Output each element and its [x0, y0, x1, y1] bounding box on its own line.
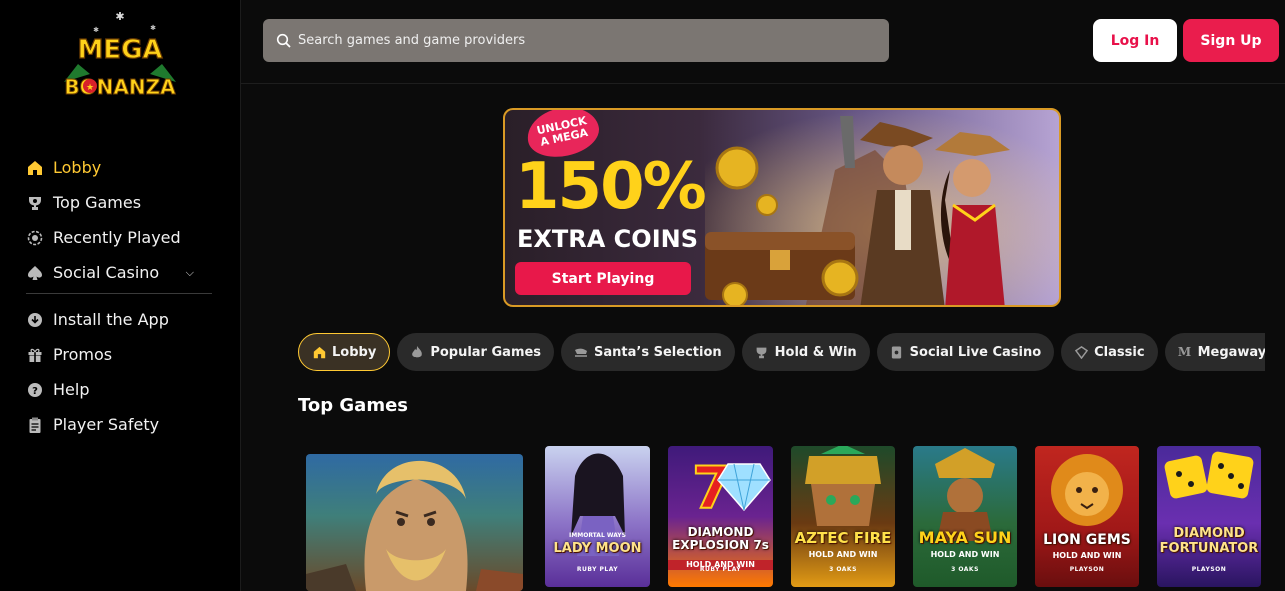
- game-name: DIAMOND FORTUNATOR: [1159, 526, 1259, 556]
- clipboard-icon: [26, 416, 44, 434]
- category-chip-label: Megaways: [1197, 344, 1265, 360]
- banner-subheadline: EXTRA COINS: [517, 225, 698, 253]
- section-title-top-games: Top Games: [298, 395, 409, 416]
- game-name: AZTEC FIRE: [794, 529, 892, 547]
- category-chip-label: Social Live Casino: [909, 344, 1042, 360]
- game-tile-aztec-fire[interactable]: AZTEC FIRE HOLD AND WIN 3 OAKS: [791, 446, 895, 587]
- game-name: LADY MOON: [553, 541, 642, 556]
- sidebar-item-player-safety[interactable]: Player Safety: [26, 407, 212, 442]
- svg-text:BONANZA: BONANZA: [64, 75, 176, 99]
- chevron-down-icon[interactable]: ⌵: [186, 266, 194, 280]
- download-icon: [26, 311, 44, 329]
- game-provider: 3 OAKS: [951, 566, 979, 573]
- category-chip-label: Lobby: [332, 344, 377, 360]
- trophy-icon: [26, 194, 44, 212]
- m-icon: M: [1177, 345, 1192, 359]
- sidebar-item-label: Install the App: [53, 310, 169, 329]
- sidebar-item-label: Promos: [53, 345, 113, 364]
- category-chip-label: Classic: [1094, 344, 1145, 360]
- sidebar-nav: Lobby Top Games Recently Played Social C…: [26, 150, 212, 442]
- sidebar-divider: [26, 293, 212, 294]
- mega-bonanza-logo[interactable]: ✱ ✱ ✱ MEGA BONANZA ★: [58, 10, 182, 104]
- sidebar-item-lobby[interactable]: Lobby: [26, 150, 212, 185]
- game-subtitle: IMMORTAL WAYS: [569, 532, 626, 539]
- category-chip-santas-selection[interactable]: Santa’s Selection: [561, 333, 735, 371]
- sidebar-item-label: Help: [53, 380, 90, 399]
- category-bar: Lobby Popular Games Santa’s Selection Ho…: [298, 333, 1265, 372]
- category-chip-popular-games[interactable]: Popular Games: [397, 333, 555, 371]
- home-icon: [312, 345, 326, 359]
- sidebar-item-label: Lobby: [53, 158, 102, 177]
- category-chip-megaways[interactable]: M Megaways: [1164, 333, 1265, 371]
- sidebar-item-label: Player Safety: [53, 415, 160, 434]
- search-input[interactable]: [298, 33, 858, 48]
- history-icon: [26, 229, 44, 247]
- game-subtitle: HOLD AND WIN: [1052, 551, 1122, 560]
- sidebar-item-promos[interactable]: Promos: [26, 337, 212, 372]
- game-tile-lion-gems[interactable]: LION GEMS HOLD AND WIN PLAYSON: [1035, 446, 1139, 587]
- category-chip-hold-and-win[interactable]: Hold & Win: [741, 333, 870, 371]
- category-chip-label: Popular Games: [430, 344, 542, 360]
- sleigh-icon: [574, 345, 588, 359]
- svg-text:✱: ✱: [150, 24, 156, 32]
- sidebar-item-recently-played[interactable]: Recently Played: [26, 220, 212, 255]
- game-tile-featured[interactable]: [306, 454, 523, 591]
- category-chip-classic[interactable]: Classic: [1061, 333, 1158, 371]
- category-chip-lobby[interactable]: Lobby: [298, 333, 391, 371]
- trophy-icon: [755, 345, 769, 359]
- game-tile-lady-moon[interactable]: IMMORTAL WAYS LADY MOON RUBY PLAY: [545, 446, 650, 587]
- help-icon: ?: [26, 381, 44, 399]
- game-provider: PLAYSON: [1069, 566, 1105, 573]
- game-name: DIAMOND EXPLOSION 7s: [672, 525, 769, 552]
- card-icon: [890, 345, 904, 359]
- category-chip-label: Hold & Win: [774, 344, 857, 360]
- sidebar: ✱ ✱ ✱ MEGA BONANZA ★ Lobby Top Games Rec…: [0, 0, 241, 591]
- gift-icon: [26, 346, 44, 364]
- viking-art: [306, 460, 523, 591]
- game-provider: PLAYSON: [1191, 566, 1227, 573]
- game-tile-maya-sun[interactable]: MAYA SUN HOLD AND WIN 3 OAKS: [913, 446, 1017, 587]
- search-icon: [276, 33, 291, 48]
- sidebar-item-label: Social Casino: [53, 263, 160, 282]
- signup-button[interactable]: Sign Up: [1183, 19, 1279, 62]
- game-name: MAYA SUN: [918, 528, 1012, 547]
- game-provider: RUBY PLAY: [576, 566, 619, 573]
- banner-headline: 150%: [515, 150, 707, 224]
- promo-banner[interactable]: UNLOCK A MEGA 150% EXTRA COINS Start Pla…: [503, 108, 1061, 307]
- start-playing-button[interactable]: Start Playing: [515, 262, 691, 295]
- top-games-row: IMMORTAL WAYS LADY MOON RUBY PLAY 7 DIAM…: [306, 438, 1285, 591]
- sidebar-item-install-app[interactable]: Install the App: [26, 302, 212, 337]
- svg-text:?: ?: [32, 386, 38, 397]
- sidebar-item-label: Top Games: [53, 193, 142, 212]
- app-root: ✱ ✱ ✱ MEGA BONANZA ★ Lobby Top Games Rec…: [0, 0, 1285, 591]
- sidebar-item-help[interactable]: ? Help: [26, 372, 212, 407]
- game-subtitle: HOLD AND WIN: [808, 550, 878, 559]
- svg-text:✱: ✱: [93, 26, 99, 34]
- sidebar-item-social-casino[interactable]: Social Casino ⌵: [26, 255, 212, 290]
- search-bar[interactable]: [263, 19, 889, 62]
- home-icon: [26, 159, 44, 177]
- sidebar-item-top-games[interactable]: Top Games: [26, 185, 212, 220]
- game-subtitle: HOLD AND WIN: [930, 550, 1000, 559]
- game-provider: RUBY PLAY: [699, 566, 742, 573]
- game-tile-diamond-fortunator[interactable]: DIAMOND FORTUNATOR PLAYSON: [1157, 446, 1261, 587]
- game-name: LION GEMS: [1043, 532, 1131, 548]
- sidebar-item-label: Recently Played: [53, 228, 181, 247]
- header-divider: [241, 83, 1285, 84]
- game-tile-diamond-explosion[interactable]: 7 DIAMOND EXPLOSION 7s HOLD AND WIN RUBY…: [668, 446, 773, 587]
- category-chip-social-live-casino[interactable]: Social Live Casino: [876, 333, 1055, 371]
- flame-icon: [410, 345, 424, 359]
- category-chip-label: Santa’s Selection: [594, 344, 722, 360]
- svg-text:✱: ✱: [115, 12, 124, 23]
- svg-text:★: ★: [86, 83, 94, 93]
- svg-text:MEGA: MEGA: [77, 35, 162, 65]
- game-provider: 3 OAKS: [829, 566, 857, 573]
- diamond-icon: [1074, 345, 1088, 359]
- spade-icon: [26, 264, 44, 282]
- login-button[interactable]: Log In: [1093, 19, 1177, 62]
